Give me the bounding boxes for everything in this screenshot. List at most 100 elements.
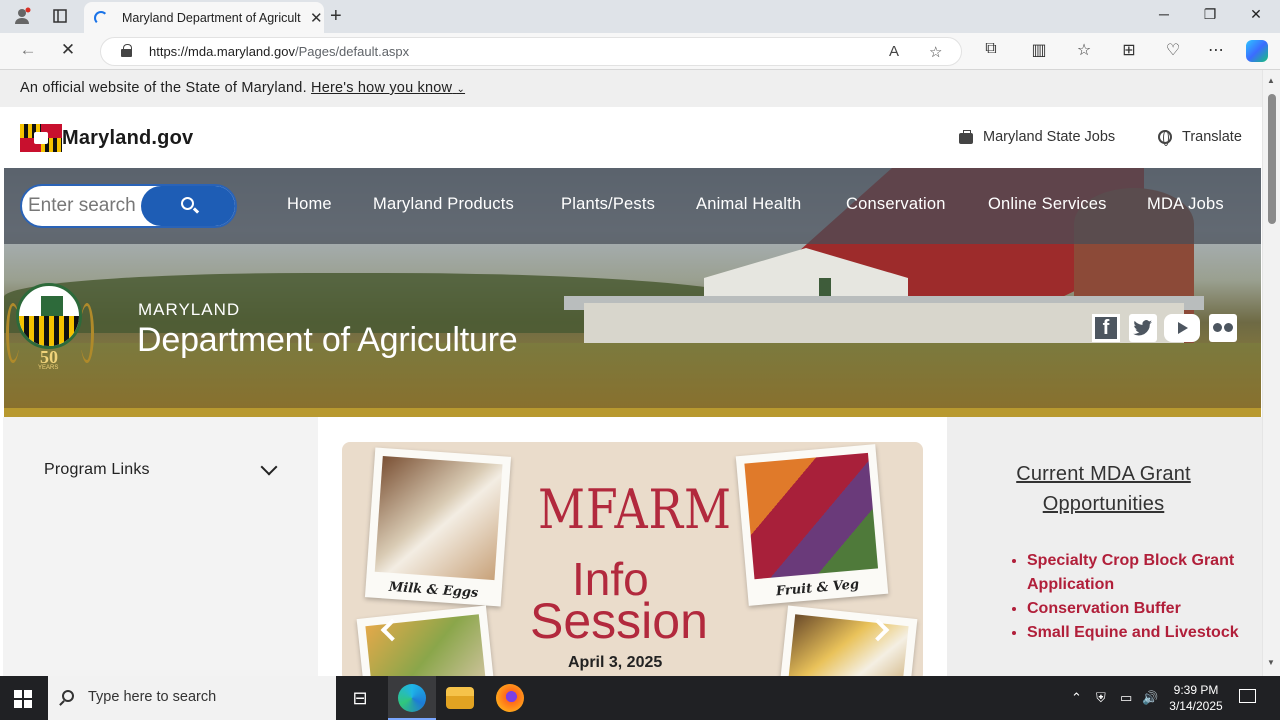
windows-taskbar: Type here to search ⊟ ⌃ ⛨ ▭ 🔊 9:39 PM 3/… — [0, 676, 1280, 720]
restore-icon[interactable]: ❐ — [1187, 6, 1233, 23]
new-tab-icon[interactable]: + — [330, 5, 342, 28]
tab-close-icon[interactable]: ✕ — [310, 9, 323, 27]
field-edge — [4, 408, 1261, 417]
nav-animal-health[interactable]: Animal Health — [696, 195, 801, 214]
tab-title: Maryland Department of Agricult — [122, 10, 301, 25]
translate-link[interactable]: Translate — [1158, 129, 1242, 146]
site-search — [20, 184, 237, 228]
search-icon — [62, 690, 74, 702]
official-text: An official website of the State of Mary… — [20, 80, 307, 96]
search-button[interactable] — [141, 186, 235, 226]
search-icon — [181, 197, 194, 210]
wreath-right — [80, 303, 94, 363]
seal-years: YEARS — [38, 365, 59, 371]
chevron-down-icon: ⌄ — [456, 84, 466, 95]
back-icon[interactable]: ← — [14, 40, 42, 60]
dept-state: MARYLAND — [138, 300, 241, 319]
how-you-know-label: Here's how you know — [311, 80, 453, 96]
maryland-gov-header: Maryland.gov Maryland State Jobs Transla… — [0, 107, 1262, 168]
nav-conservation[interactable]: Conservation — [846, 195, 946, 214]
translate-label: Translate — [1182, 129, 1242, 145]
file-explorer-icon[interactable] — [446, 687, 474, 709]
system-clock[interactable]: 9:39 PM 3/14/2025 — [1164, 682, 1228, 714]
list-item[interactable]: Conservation Buffer — [1027, 597, 1247, 621]
collections-icon[interactable]: ⊞ — [1117, 40, 1141, 60]
nav-online-services[interactable]: Online Services — [988, 195, 1107, 214]
favorite-star-icon[interactable]: ☆ — [929, 43, 942, 61]
center-carousel: Milk & Eggs Fruit & Veg MFARM Info Sessi… — [318, 417, 947, 676]
maryland-gov-brand[interactable]: Maryland.gov — [62, 127, 193, 150]
search-input[interactable] — [22, 186, 142, 226]
browser-tab-active[interactable]: Maryland Department of Agricult ✕ — [84, 2, 324, 33]
cheese-photo — [776, 605, 918, 676]
grant-link[interactable]: Small Equine and Livestock — [1027, 624, 1239, 641]
list-item[interactable]: Small Equine and Livestock — [1027, 621, 1247, 645]
security-icon[interactable]: ⛨ — [1096, 690, 1106, 706]
more-menu-icon[interactable]: ⋯ — [1204, 40, 1228, 60]
edge-icon[interactable] — [398, 684, 426, 712]
grant-link[interactable]: Specialty Crop Block Grant Application — [1027, 552, 1234, 593]
nav-home[interactable]: Home — [287, 195, 332, 214]
read-aloud-icon[interactable]: A — [889, 43, 899, 60]
youtube-icon[interactable] — [1164, 314, 1200, 342]
close-window-icon[interactable]: ✕ — [1233, 6, 1279, 23]
taskbar-search[interactable]: Type here to search — [48, 676, 336, 720]
list-item[interactable]: Specialty Crop Block Grant Application — [1027, 549, 1247, 597]
facebook-icon[interactable]: f — [1092, 314, 1120, 342]
stop-loading-icon[interactable]: ✕ — [54, 40, 82, 60]
how-you-know-link[interactable]: Here's how you know ⌄ — [311, 80, 465, 96]
scroll-up-icon[interactable]: ▲ — [1267, 76, 1275, 85]
url-host: https://mda.maryland.gov — [149, 44, 295, 59]
mfarm-promo-slide[interactable]: Milk & Eggs Fruit & Veg MFARM Info Sessi… — [342, 442, 923, 676]
url-text[interactable]: https://mda.maryland.gov/Pages/default.a… — [149, 44, 409, 59]
hero-banner: Home Maryland Products Plants/Pests Anim… — [4, 168, 1261, 417]
fruit-veg-caption: Fruit & Veg — [775, 577, 860, 600]
dept-name[interactable]: Department of Agriculture — [137, 321, 518, 360]
twitter-icon[interactable] — [1129, 314, 1157, 342]
meal-photo — [356, 605, 498, 676]
milk-eggs-caption: Milk & Eggs — [388, 579, 479, 601]
milk-eggs-photo: Milk & Eggs — [364, 447, 512, 607]
promo-session: Session — [530, 593, 708, 649]
grant-opportunities: Current MDA Grant Opportunities Specialt… — [947, 417, 1262, 676]
minimize-icon[interactable]: ─ — [1141, 6, 1187, 22]
program-links-toggle[interactable]: Program Links — [44, 461, 150, 479]
chevron-down-icon[interactable] — [260, 458, 278, 476]
page-scrollbar[interactable]: ▲ ▼ — [1262, 70, 1280, 676]
url-path: /Pages/default.aspx — [294, 44, 410, 59]
maryland-flag-logo-icon[interactable] — [20, 124, 62, 152]
nav-maryland-products[interactable]: Maryland Products — [373, 195, 514, 214]
loading-spinner-icon — [94, 10, 108, 25]
extensions-icon[interactable]: ⧉ — [979, 40, 1003, 58]
mda-50-years-seal[interactable]: 50 YEARS — [4, 283, 100, 373]
address-bar[interactable]: https://mda.maryland.gov/Pages/default.a… — [100, 37, 962, 66]
flickr-icon[interactable] — [1209, 314, 1237, 342]
browser-essentials-icon[interactable]: ♡ — [1161, 40, 1185, 60]
task-view-icon[interactable]: ⊟ — [346, 684, 374, 712]
taskbar-search-text: Type here to search — [88, 689, 217, 705]
volume-icon[interactable]: 🔊 — [1142, 690, 1158, 706]
network-icon[interactable]: ▭ — [1120, 690, 1132, 706]
split-screen-icon[interactable]: ▥ — [1027, 40, 1051, 60]
grant-title-link[interactable]: Current MDA Grant Opportunities — [987, 459, 1220, 519]
favorites-icon[interactable]: ☆ — [1072, 40, 1096, 60]
official-site-banner: An official website of the State of Mary… — [0, 70, 1262, 107]
show-hidden-icons[interactable]: ⌃ — [1071, 690, 1082, 706]
notification-icon[interactable] — [1239, 689, 1256, 703]
globe-icon — [1158, 130, 1172, 146]
nav-plants-pests[interactable]: Plants/Pests — [561, 195, 655, 214]
start-icon[interactable] — [14, 690, 32, 708]
fruit-veg-photo: Fruit & Veg — [735, 444, 889, 606]
scroll-down-icon[interactable]: ▼ — [1267, 658, 1275, 667]
scroll-thumb[interactable] — [1268, 94, 1276, 224]
grant-link[interactable]: Conservation Buffer — [1027, 600, 1181, 617]
lock-icon[interactable] — [121, 44, 132, 57]
briefcase-icon — [959, 129, 973, 144]
nav-mda-jobs[interactable]: MDA Jobs — [1147, 195, 1224, 214]
copilot-icon[interactable] — [1246, 40, 1268, 62]
state-jobs-link[interactable]: Maryland State Jobs — [959, 129, 1115, 145]
firefox-icon[interactable] — [496, 684, 524, 712]
browser-toolbar: ← ✕ https://mda.maryland.gov/Pages/defau… — [0, 33, 1280, 70]
tab-actions-icon[interactable] — [47, 4, 73, 28]
profile-icon[interactable] — [9, 4, 35, 28]
